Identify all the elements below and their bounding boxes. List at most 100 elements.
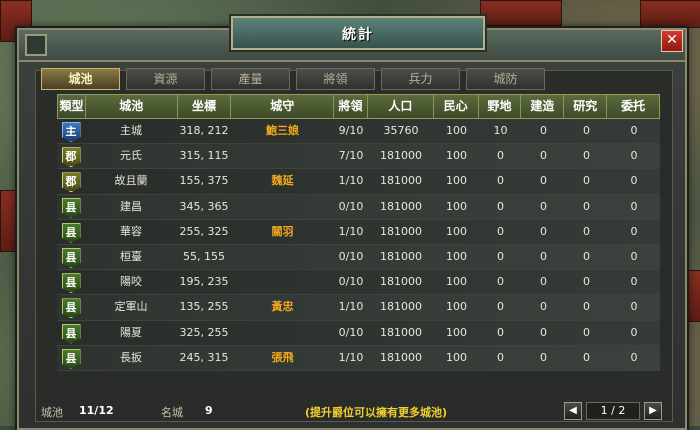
city-type-cell: 县 [57, 195, 85, 219]
generals-cell: 0/10 [338, 275, 364, 289]
generals-cell: 1/10 [338, 174, 364, 188]
close-button[interactable]: ✕ [661, 30, 683, 52]
delegate-cell: 0 [630, 199, 638, 213]
governor-cell [231, 144, 334, 168]
column-header[interactable]: 類型 [58, 95, 86, 118]
next-page-button[interactable]: ▶ [644, 402, 662, 420]
tab-production[interactable]: 產量 [211, 68, 290, 90]
morale-cell: 100 [446, 249, 467, 263]
city-name-cell: 華容 [120, 224, 142, 238]
coordinates-cell: 55, 155 [183, 249, 225, 263]
city-type-cell: 主 [57, 119, 85, 143]
title-plate: 統計 [231, 16, 485, 50]
wildland-cell: 10 [493, 124, 508, 137]
delegate-cell: 0 [630, 275, 638, 289]
generals-cell: 0/10 [338, 325, 364, 339]
table-row[interactable]: 县 桓臺 55, 155 0/10 181000 100 0 0 0 0 [57, 244, 660, 271]
coordinates-cell: 315, 115 [179, 149, 229, 163]
table-row[interactable]: 县 定軍山 135, 255 黃忠 1/10 181000 100 0 0 0 0 [57, 295, 660, 321]
table-row[interactable]: 县 長扳 245, 315 張飛 1/10 181000 100 0 0 0 0 [57, 345, 660, 371]
column-header[interactable]: 民心 [434, 95, 479, 118]
research-cell: 0 [583, 199, 590, 213]
tab-troops[interactable]: 兵力 [381, 68, 460, 90]
cities-table: 類型 城池 坐標 城守 將領 人口 民心 野地 建造 研究 委托 主 主城 318,… [57, 94, 660, 371]
construction-cell: 0 [540, 199, 547, 213]
city-type-badge-icon: 县 [61, 273, 81, 294]
city-name-cell: 元氏 [120, 149, 142, 163]
city-type-badge-icon: 主 [61, 122, 81, 142]
column-header[interactable]: 城池 [86, 95, 178, 118]
morale-cell: 100 [446, 300, 467, 314]
coordinates-cell: 135, 255 [179, 300, 229, 314]
morale-cell: 100 [446, 124, 467, 137]
tab-cities[interactable]: 城池 [41, 68, 120, 90]
city-type-badge-icon: 县 [61, 298, 81, 319]
column-header[interactable]: 城守 [231, 95, 335, 118]
upgrade-hint: (提升爵位可以擁有更多城池) [305, 406, 448, 419]
delegate-cell: 0 [630, 350, 638, 364]
wildland-cell: 0 [497, 174, 504, 188]
city-type-badge-icon: 县 [61, 197, 81, 218]
prev-page-button[interactable]: ◀ [564, 402, 582, 420]
population-cell: 181000 [380, 249, 422, 263]
research-cell: 0 [583, 249, 590, 263]
tab-resources[interactable]: 資源 [126, 68, 205, 90]
table-row[interactable]: 县 陽咬 195, 235 0/10 181000 100 0 0 0 0 [57, 270, 660, 296]
population-cell: 181000 [380, 300, 422, 314]
column-header[interactable]: 野地 [479, 95, 522, 118]
column-header[interactable]: 人口 [368, 95, 434, 118]
population-cell: 181000 [380, 275, 422, 289]
generals-cell: 7/10 [338, 149, 364, 163]
table-row[interactable]: 县 華容 255, 325 關羽 1/10 181000 100 0 0 0 0 [57, 219, 660, 245]
city-name-cell: 主城 [120, 124, 142, 137]
research-cell: 0 [583, 224, 590, 238]
city-name-cell: 長扳 [120, 350, 142, 364]
morale-cell: 100 [446, 275, 467, 289]
wildland-cell: 0 [497, 149, 504, 163]
wildland-cell: 0 [497, 325, 504, 339]
population-cell: 181000 [380, 174, 422, 188]
column-header[interactable]: 建造 [521, 95, 565, 118]
construction-cell: 0 [540, 275, 547, 289]
coordinates-cell: 195, 235 [179, 275, 229, 289]
population-cell: 181000 [380, 325, 422, 339]
governor-cell: 張飛 [271, 350, 294, 364]
morale-cell: 100 [446, 224, 467, 238]
city-type-cell: 县 [57, 295, 85, 319]
delegate-cell: 0 [630, 300, 638, 314]
city-type-cell: 县 [57, 321, 85, 345]
population-cell: 181000 [380, 199, 422, 213]
table-row[interactable]: 县 陽夏 325, 255 0/10 181000 100 0 0 0 0 [57, 320, 660, 346]
population-cell: 181000 [380, 350, 422, 364]
city-type-cell: 郡 [57, 144, 85, 168]
morale-cell: 100 [446, 199, 467, 213]
status-footer: 城池 11/12 名城 9 (提升爵位可以擁有更多城池) ◀ 1 / 2 ▶ [41, 402, 662, 420]
table-row[interactable]: 郡 故且蘭 155, 375 魏延 1/10 181000 100 0 0 0 0 [57, 169, 660, 195]
coordinates-cell: 155, 375 [179, 174, 229, 188]
column-header[interactable]: 研究 [564, 95, 608, 118]
generals-cell: 9/10 [338, 124, 364, 137]
coordinates-cell: 255, 325 [179, 224, 229, 238]
governor-cell [231, 321, 334, 345]
delegate-cell: 0 [630, 174, 638, 188]
city-type-badge-icon: 郡 [61, 147, 81, 168]
city-name-cell: 建昌 [120, 199, 142, 213]
city-name-cell: 陽夏 [120, 325, 142, 339]
table-header: 類型 城池 坐標 城守 將領 人口 民心 野地 建造 研究 委托 [57, 94, 660, 119]
table-row[interactable]: 县 建昌 345, 365 0/10 181000 100 0 0 0 0 [57, 194, 660, 220]
tab-defense[interactable]: 城防 [466, 68, 545, 90]
table-row[interactable]: 郡 元氏 315, 115 7/10 181000 100 0 0 0 0 [57, 144, 660, 170]
column-header[interactable]: 委托 [607, 95, 659, 118]
population-cell: 35760 [383, 124, 419, 137]
city-type-cell: 郡 [57, 169, 85, 193]
menu-icon[interactable] [25, 34, 47, 56]
column-header[interactable]: 坐標 [178, 95, 232, 118]
column-header[interactable]: 將領 [334, 95, 368, 118]
famous-cities-label: 名城 [161, 406, 183, 419]
construction-cell: 0 [540, 224, 547, 238]
city-type-badge-icon: 县 [61, 222, 81, 243]
governor-cell [231, 245, 334, 269]
tab-generals[interactable]: 將領 [296, 68, 375, 90]
research-cell: 0 [583, 149, 590, 163]
table-row[interactable]: 主主城 318, 212 鮑三娘 9/10 35760 100 10 0 0 0 [57, 119, 660, 145]
